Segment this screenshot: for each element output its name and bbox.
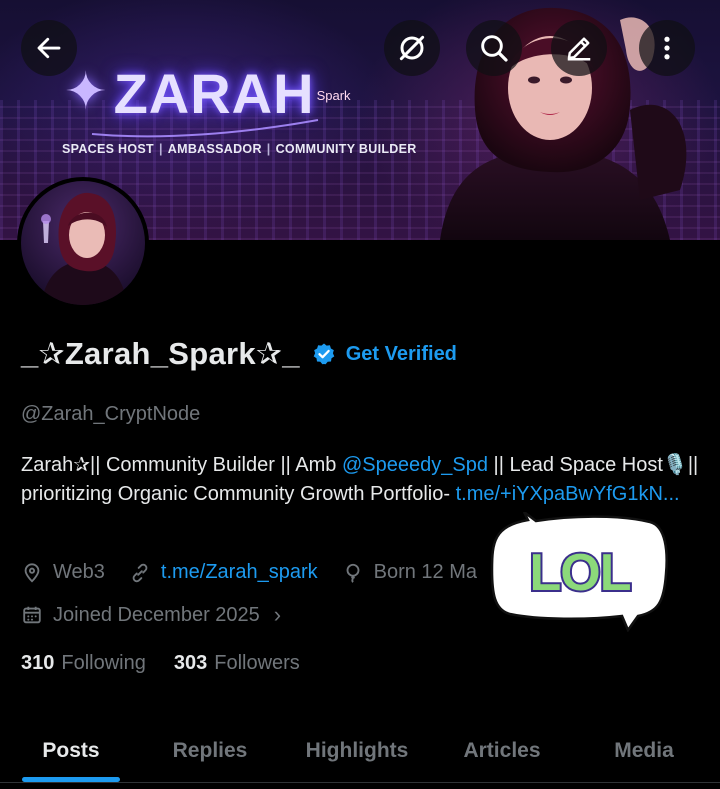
tagline-separator: | <box>158 142 163 156</box>
tagline-item: SPACES HOST <box>62 142 154 156</box>
banner-tagline: SPACES HOST | AMBASSADOR | COMMUNITY BUILDER <box>62 142 417 156</box>
more-options-button[interactable] <box>639 20 695 76</box>
following-stat[interactable]: 310 Following <box>21 652 146 675</box>
following-count: 310 <box>21 652 55 674</box>
more-vertical-icon <box>664 36 670 60</box>
avatar-image <box>21 181 145 305</box>
bio-text: Zarah✰|| Community Builder || Amb <box>21 454 342 476</box>
search-button[interactable] <box>466 20 522 76</box>
tabs-divider <box>0 782 720 783</box>
profile-meta-row: Web3 t.me/Zarah_spark Born 12 Ma <box>21 561 501 584</box>
profile-tabs: Posts Replies Highlights Articles Media <box>0 720 720 782</box>
joined-row[interactable]: Joined December 2025 › <box>21 602 281 628</box>
location-pin-icon <box>24 562 40 583</box>
tab-label: Highlights <box>305 739 409 762</box>
sparkle-icon: ✦ <box>64 63 108 121</box>
tab-label: Articles <box>463 739 541 762</box>
search-icon <box>481 35 508 62</box>
back-button[interactable] <box>21 20 77 76</box>
location-item: Web3 <box>21 561 105 584</box>
tagline-separator: | <box>266 142 271 156</box>
pencil-icon <box>567 37 591 61</box>
bio: Zarah✰|| Community Builder || Amb @Speee… <box>21 451 701 509</box>
tab-replies[interactable]: Replies <box>142 720 278 782</box>
lol-sticker: LOL <box>490 512 668 632</box>
avatar[interactable] <box>17 177 149 309</box>
banner-swoosh <box>91 119 319 138</box>
calendar-icon <box>23 606 41 624</box>
bio-mention-link[interactable]: @Speeedy_Spd <box>342 454 488 476</box>
tab-articles[interactable]: Articles <box>436 720 568 782</box>
edit-profile-button[interactable] <box>551 20 607 76</box>
website-item[interactable]: t.me/Zarah_spark <box>129 561 318 584</box>
followers-label: Followers <box>214 652 300 674</box>
bio-portfolio-link[interactable]: t.me/​+iYXpaBwYfG1kN... <box>456 483 680 505</box>
birthday-icon <box>346 563 360 583</box>
tab-label: Media <box>614 739 674 762</box>
following-label: Following <box>61 652 146 674</box>
banner-brand-sub: Spark <box>316 88 351 103</box>
grok-button[interactable] <box>384 20 440 76</box>
name-row: _✰Zarah_Spark✰_ Get Verified <box>21 336 457 372</box>
birthday-item: Born 12 Ma <box>342 561 477 584</box>
lol-sticker-text: LOL <box>530 544 631 602</box>
tab-posts[interactable]: Posts <box>0 720 142 782</box>
banner-brand-name: ZARAH <box>113 62 315 125</box>
display-name: _✰Zarah_Spark✰_ <box>21 336 300 371</box>
tagline-item: COMMUNITY BUILDER <box>275 142 417 156</box>
location-text: Web3 <box>53 561 105 583</box>
tab-highlights[interactable]: Highlights <box>278 720 436 782</box>
followers-stat[interactable]: 303 Followers <box>174 652 300 675</box>
tab-media[interactable]: Media <box>568 720 720 782</box>
bio-text: || Lead Space Host <box>487 454 663 476</box>
user-handle: @Zarah_CryptNode <box>21 403 201 425</box>
birthday-text: Born 12 Ma <box>373 561 478 583</box>
get-verified-link[interactable]: Get Verified <box>346 343 457 366</box>
microphone-emoji: 🎙️ <box>662 454 688 476</box>
banner-brand: ✦ ZARAH Spark <box>64 66 351 122</box>
follow-stats: 310 Following 303 Followers <box>21 652 328 675</box>
tab-label: Replies <box>172 739 248 762</box>
website-link[interactable]: t.me/Zarah_spark <box>161 561 318 584</box>
tab-label: Posts <box>42 739 100 762</box>
chevron-right-icon: › <box>273 602 282 627</box>
arrow-left-icon <box>37 37 61 59</box>
joined-text: Joined December 2025 <box>53 603 260 626</box>
link-icon <box>132 563 148 582</box>
verified-badge-icon[interactable] <box>312 342 336 366</box>
grok-icon <box>399 35 425 61</box>
tagline-item: AMBASSADOR <box>167 142 262 156</box>
followers-count: 303 <box>173 652 208 674</box>
